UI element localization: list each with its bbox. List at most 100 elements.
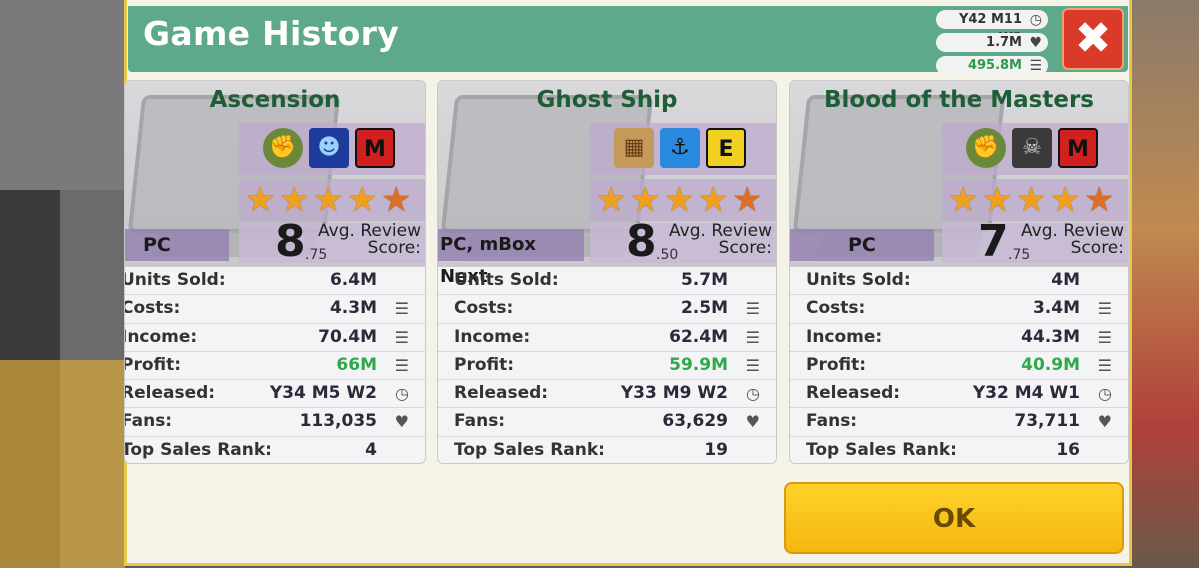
- coins-icon: ☰: [394, 327, 409, 347]
- coins-icon: ☰: [1097, 327, 1112, 347]
- background-left-accent: [0, 360, 125, 568]
- profit-row: Profit: 66M ☰: [125, 352, 425, 381]
- stats-table: Units Sold: 5.7M Costs: 2.5M ☰ Income: 62.4M…: [438, 267, 776, 463]
- income-row: Income: 70.4M ☰: [125, 324, 425, 352]
- costs-row: Costs: 3.4M ☰: [790, 295, 1128, 324]
- genre-icon-row: ▦ ⚓ E: [590, 123, 776, 175]
- profit-row: Profit: 59.9M ☰: [438, 352, 776, 381]
- coins-icon: ☰: [745, 327, 760, 347]
- score-whole: 8: [275, 216, 306, 267]
- clock-icon: ◷: [746, 384, 760, 404]
- game-card-ghost-ship[interactable]: Ghost Ship ▦ ⚓ E ★ ★ ★ ★ ★ PC, mBox Next…: [437, 80, 777, 464]
- pirate-ship-icon: ⚓: [660, 128, 700, 168]
- top-sales-rank-row: Top Sales Rank: 4: [124, 439, 377, 460]
- star-icon: ★: [245, 180, 276, 220]
- coins-icon: ☰: [1097, 299, 1112, 319]
- dialog-title: Game History: [143, 14, 400, 53]
- ok-button-label: OK: [932, 504, 976, 534]
- platform-label: PC: [790, 229, 934, 261]
- review-score-box: 7 .75 Avg. Review Score:: [942, 219, 1128, 265]
- platform-label: PC, mBox Next: [438, 229, 584, 287]
- rating-m-icon: M: [355, 128, 395, 168]
- game-title: Blood of the Masters: [823, 87, 1094, 113]
- star-icon: ★: [1016, 180, 1047, 220]
- fans-row: Fans: 73,711 ♥: [790, 408, 1128, 437]
- star-icon: ★: [347, 180, 378, 220]
- star-icon: ★: [732, 180, 763, 220]
- game-card-ascension[interactable]: Ascension ✊ ☻ M ★ ★ ★ ★ ★ PC 8 .75 Avg. …: [124, 80, 426, 464]
- coins-icon: ☰: [394, 355, 409, 375]
- rating-e-icon: E: [706, 128, 746, 168]
- clock-icon: ◷: [395, 384, 409, 404]
- platform-label: PC: [125, 229, 229, 261]
- heart-icon: ♥: [1029, 35, 1042, 51]
- released-row: Released: Y33 M9 W2 ◷: [438, 380, 776, 409]
- map-icon: ▦: [614, 128, 654, 168]
- costs-row: Costs: 4.3M ☰: [125, 295, 425, 324]
- review-score-box: 8 .75 Avg. Review Score:: [239, 219, 425, 265]
- star-icon: ★: [698, 180, 729, 220]
- close-button[interactable]: ✖: [1062, 8, 1124, 70]
- background-left: [0, 0, 125, 190]
- fist-icon: ✊: [966, 128, 1006, 168]
- income-row: Income: 62.4M ☰: [438, 324, 776, 352]
- fans-value: 1.7M: [986, 35, 1022, 50]
- money-stat: 495.8M ☰: [936, 56, 1048, 75]
- star-icon: ★: [381, 180, 412, 220]
- coins-icon: ☰: [1097, 355, 1112, 375]
- star-rating: ★ ★ ★ ★ ★: [239, 179, 425, 221]
- star-icon: ★: [664, 180, 695, 220]
- costs-row: Costs: 2.5M ☰: [438, 295, 776, 324]
- units-sold-row: Units Sold: 4M: [790, 267, 1128, 296]
- star-rating: ★ ★ ★ ★ ★: [942, 179, 1128, 221]
- genre-icon-row: ✊ ☻ M: [239, 123, 425, 175]
- coins-icon: ☰: [1029, 58, 1042, 74]
- coins-icon: ☰: [745, 299, 760, 319]
- star-icon: ★: [1050, 180, 1081, 220]
- units-sold-row: Units Sold: 6.4M: [125, 267, 425, 296]
- star-icon: ★: [1084, 180, 1115, 220]
- heart-icon: ♥: [394, 412, 409, 432]
- released-row: Released: Y34 M5 W2 ◷: [125, 380, 425, 409]
- fist-icon: ✊: [263, 128, 303, 168]
- date-stat: Y42 M11 W2 ◷: [936, 10, 1048, 46]
- star-icon: ★: [279, 180, 310, 220]
- star-icon: ★: [596, 180, 627, 220]
- fans-stat: 1.7M ♥: [936, 33, 1048, 52]
- heart-icon: ♥: [1097, 412, 1112, 432]
- fans-row: Fans: 63,629 ♥: [438, 408, 776, 437]
- game-title: Ascension: [209, 87, 341, 113]
- star-icon: ★: [313, 180, 344, 220]
- ok-button[interactable]: OK: [784, 482, 1124, 554]
- top-sales-rank-row: Top Sales Rank: 16: [806, 439, 1080, 460]
- profit-row: Profit: 40.9M ☰: [790, 352, 1128, 381]
- top-sales-rank-row: Top Sales Rank: 19: [454, 439, 728, 460]
- fans-row: Fans: 113,035 ♥: [125, 408, 425, 437]
- score-label: Avg. Review Score:: [669, 221, 772, 258]
- score-whole: 7: [978, 216, 1009, 267]
- star-icon: ★: [630, 180, 661, 220]
- money-value: 495.8M: [967, 58, 1022, 73]
- background-right: [1130, 0, 1199, 568]
- clock-icon: ◷: [1029, 12, 1042, 28]
- star-rating: ★ ★ ★ ★ ★: [590, 179, 776, 221]
- game-card-blood-of-the-masters[interactable]: Blood of the Masters ✊ ☠ M ★ ★ ★ ★ ★ PC …: [789, 80, 1129, 464]
- alien-icon: ☻: [309, 128, 349, 168]
- close-x-icon: ✖: [1074, 13, 1112, 64]
- review-score-box: 8 .50 Avg. Review Score:: [590, 219, 776, 265]
- zombie-icon: ☠: [1012, 128, 1052, 168]
- star-icon: ★: [982, 180, 1013, 220]
- heart-icon: ♥: [745, 412, 760, 432]
- score-whole: 8: [626, 216, 657, 267]
- income-row: Income: 44.3M ☰: [790, 324, 1128, 352]
- coins-icon: ☰: [745, 355, 760, 375]
- stats-table: Units Sold: 4M Costs: 3.4M ☰ Income: 44.3M ☰ …: [790, 267, 1128, 463]
- genre-icon-row: ✊ ☠ M: [942, 123, 1128, 175]
- coins-icon: ☰: [394, 299, 409, 319]
- rating-m-icon: M: [1058, 128, 1098, 168]
- units-sold-row: Units Sold: 5.7M: [438, 267, 776, 296]
- game-title: Ghost Ship: [536, 87, 678, 113]
- stats-table: Units Sold: 6.4M Costs: 4.3M ☰ Income: 70.4M…: [124, 267, 425, 463]
- clock-icon: ◷: [1098, 384, 1112, 404]
- released-row: Released: Y32 M4 W1 ◷: [790, 380, 1128, 409]
